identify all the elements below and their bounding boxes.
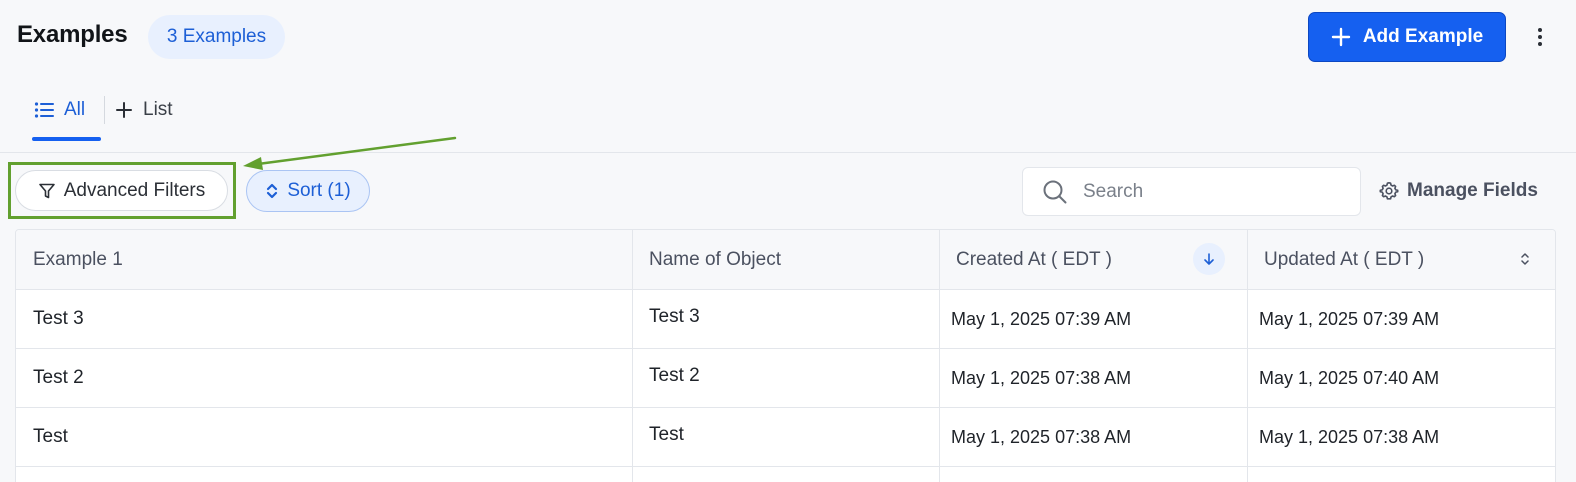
plus-icon xyxy=(1331,27,1351,47)
cell-updated: May 1, 2025 07:38 AM xyxy=(1259,426,1440,447)
search-box xyxy=(1022,167,1361,216)
sort-toggle-icon[interactable] xyxy=(1513,247,1537,271)
sort-icon xyxy=(267,183,278,199)
cell-created: May 1, 2025 07:39 AM xyxy=(951,308,1132,329)
column-header-updated[interactable]: Updated At ( EDT ) xyxy=(1247,230,1555,290)
cell-example: Test xyxy=(33,426,68,447)
cell-created: May 1, 2025 07:38 AM xyxy=(951,426,1132,447)
tab-all[interactable]: All xyxy=(32,78,101,142)
cell-name: Test xyxy=(649,424,684,445)
count-badge: 3 Examples xyxy=(148,15,285,59)
cell-example: Test 2 xyxy=(33,367,84,388)
cell-example: Test 3 xyxy=(33,308,84,329)
plus-icon xyxy=(116,102,132,118)
gear-icon xyxy=(1379,182,1399,200)
cell-updated: May 1, 2025 07:39 AM xyxy=(1259,308,1440,329)
column-header-example[interactable]: Example 1 xyxy=(16,230,632,290)
tab-add-list[interactable]: List xyxy=(115,78,173,142)
cell-created: May 1, 2025 07:38 AM xyxy=(951,367,1132,388)
sort-descending-icon[interactable] xyxy=(1193,243,1225,275)
list-icon xyxy=(34,102,54,118)
table-row[interactable]: Test 2 Test 2 May 1, 2025 07:38 AM May 1… xyxy=(16,349,1555,408)
table-row[interactable]: Test 3 Test 3 May 1, 2025 07:39 AM May 1… xyxy=(16,290,1555,349)
view-tabs: All List xyxy=(0,78,1576,153)
more-options-icon[interactable] xyxy=(1530,24,1550,50)
cell-name: Test 3 xyxy=(649,306,700,327)
tab-list-label: List xyxy=(143,99,173,120)
tab-divider xyxy=(104,96,105,124)
manage-fields-label: Manage Fields xyxy=(1407,180,1538,201)
sort-label: Sort (1) xyxy=(287,180,351,201)
tab-all-label: All xyxy=(64,99,86,120)
annotation-highlight-box xyxy=(8,162,236,219)
search-icon xyxy=(1043,180,1067,204)
active-tab-indicator xyxy=(32,137,101,141)
sort-button[interactable]: Sort (1) xyxy=(246,170,370,212)
search-input[interactable] xyxy=(1083,176,1353,208)
table-header: Example 1 Name of Object Created At ( ED… xyxy=(16,230,1555,290)
cell-updated: May 1, 2025 07:40 AM xyxy=(1259,367,1440,388)
page-header: Examples 3 Examples Add Example xyxy=(0,0,1576,72)
page-title: Examples xyxy=(17,21,128,48)
table-row[interactable]: Test Test May 1, 2025 07:38 AM May 1, 20… xyxy=(16,408,1555,467)
cell-name: Test 2 xyxy=(649,365,700,386)
examples-table: Example 1 Name of Object Created At ( ED… xyxy=(15,229,1556,482)
add-example-label: Add Example xyxy=(1362,26,1484,47)
add-example-button[interactable]: Add Example xyxy=(1308,12,1506,62)
manage-fields-button[interactable]: Manage Fields xyxy=(1379,176,1538,206)
column-header-name[interactable]: Name of Object xyxy=(632,230,939,290)
